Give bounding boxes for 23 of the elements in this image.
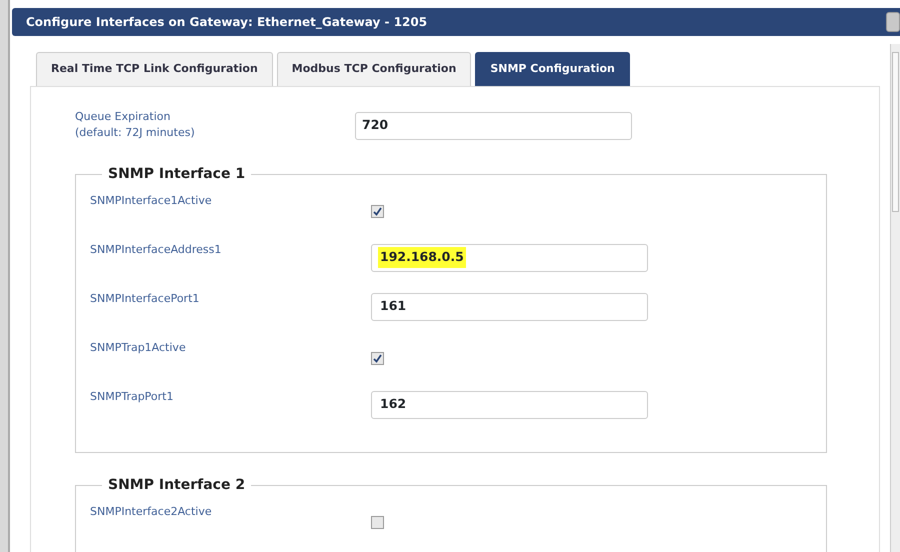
checkbox[interactable]: [371, 352, 384, 364]
input-field[interactable]: 192.168.0.5: [371, 244, 648, 272]
tab[interactable]: Real Time TCP Link Configuration: [36, 52, 273, 86]
tab[interactable]: Modbus TCP Configuration: [276, 52, 472, 86]
field-label: Queue Expiration: [75, 108, 172, 124]
close-button[interactable]: [886, 12, 900, 32]
section-title: SNMP Interface 2: [107, 476, 246, 494]
field-label: SNMPInterfacePort1: [90, 290, 200, 306]
scrollbar-thumb[interactable]: [892, 52, 899, 212]
input-field[interactable]: 720: [355, 112, 632, 140]
checkbox[interactable]: [371, 204, 384, 218]
checkbox[interactable]: [371, 516, 384, 528]
window-title: Configure Interfaces on Gateway: Ethernet_Gateway - 1205: [12, 8, 900, 36]
section-title: SNMP Interface 1: [107, 164, 246, 184]
default-hint: (default: 72J minutes): [75, 125, 196, 141]
field-label: SNMPInterface1Active: [90, 192, 213, 208]
field-label: SNMPInterfaceAddress1: [90, 242, 222, 258]
field-label: SNMPTrap1Active: [90, 340, 187, 356]
input-field[interactable]: 162: [371, 390, 648, 418]
input-field[interactable]: 161: [371, 292, 648, 320]
field-label: SNMPInterface2Active: [90, 504, 213, 520]
field-label: SNMPTrapPort1: [90, 388, 174, 404]
tab[interactable]: SNMP Configuration: [475, 52, 630, 86]
